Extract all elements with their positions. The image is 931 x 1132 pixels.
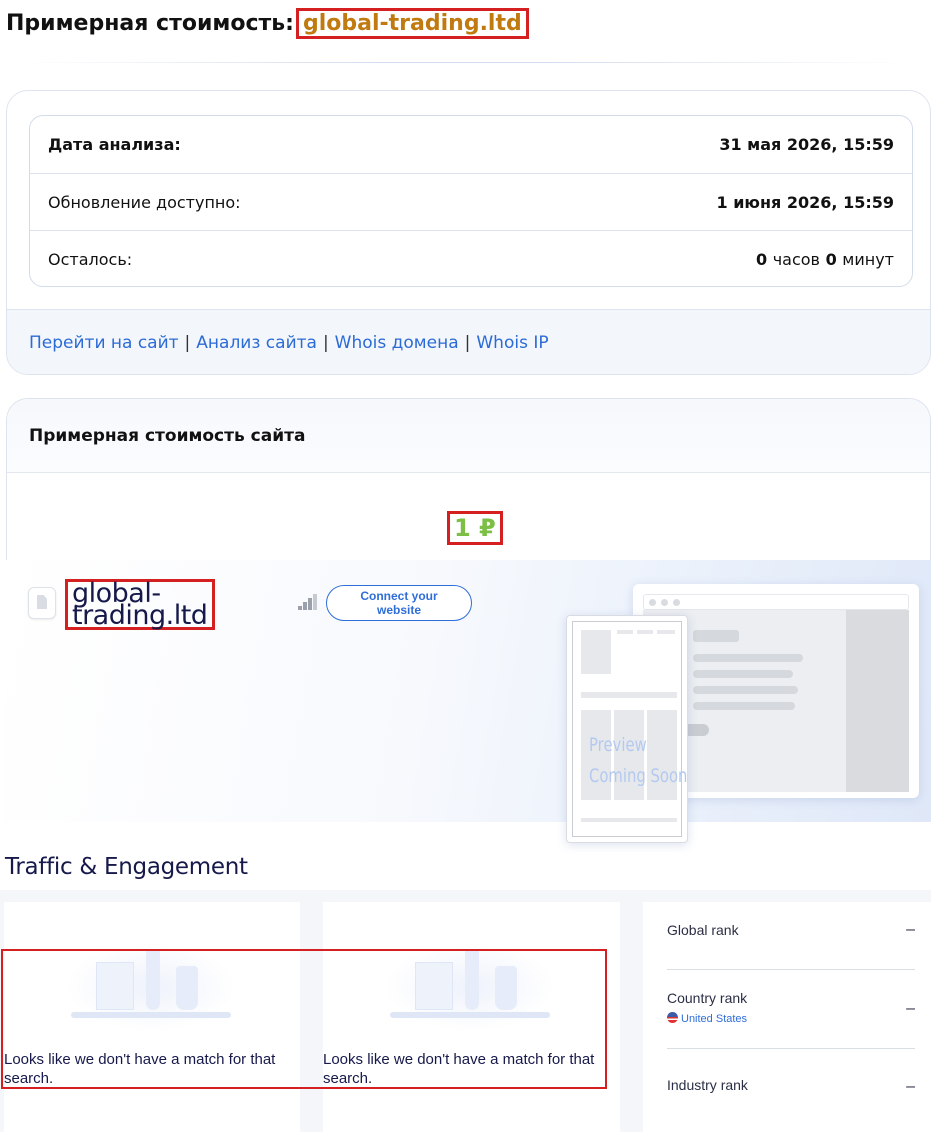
rank-card: Global rank – Country rank United States… bbox=[643, 902, 931, 1132]
connect-website-button[interactable]: Connect your website bbox=[326, 585, 472, 621]
info-label: Осталось: bbox=[48, 249, 133, 269]
mobile-preview-placeholder: Preview Coming Soon bbox=[566, 615, 688, 843]
traffic-card-engagement bbox=[323, 902, 620, 1132]
no-match-message: Looks like we don't have a match for tha… bbox=[4, 1051, 276, 1087]
remaining-minutes-unit: минут bbox=[842, 249, 894, 269]
browser-dot-icon bbox=[661, 599, 668, 606]
site-value-title: Примерная стоимость сайта bbox=[7, 399, 930, 473]
analysis-info-card: Дата анализа: 31 мая 2026, 15:59 Обновле… bbox=[6, 90, 931, 375]
rank-value: – bbox=[906, 1078, 915, 1095]
us-flag-icon bbox=[667, 1012, 678, 1023]
info-row-remaining: Осталось: 0 часов 0 минут bbox=[30, 230, 912, 286]
browser-address-bar bbox=[643, 594, 909, 610]
site-value-price: 1 ₽ bbox=[447, 511, 503, 545]
site-value-card: Примерная стоимость сайта 1 ₽ bbox=[6, 398, 931, 561]
widget-site-name: global-trading.ltd bbox=[65, 579, 215, 630]
header-divider bbox=[20, 62, 910, 63]
preview-coming-soon-text: Preview Coming Soon bbox=[589, 734, 688, 787]
link-separator: | bbox=[184, 333, 191, 353]
info-label: Дата анализа: bbox=[48, 135, 181, 154]
rank-value: – bbox=[906, 1000, 915, 1017]
signal-bars-icon bbox=[298, 594, 317, 610]
site-analysis-link[interactable]: Анализ сайта bbox=[196, 333, 317, 353]
browser-dot-icon bbox=[673, 599, 680, 606]
rank-label: Global rank bbox=[667, 922, 739, 938]
link-separator: | bbox=[464, 333, 471, 353]
no-match-message: Looks like we don't have a match for tha… bbox=[323, 1051, 595, 1087]
analysis-info-table: Дата анализа: 31 мая 2026, 15:59 Обновле… bbox=[29, 115, 913, 287]
whois-ip-link[interactable]: Whois IP bbox=[476, 333, 548, 353]
info-value: 31 мая 2026, 15:59 bbox=[719, 135, 894, 154]
rank-industry: Industry rank – bbox=[667, 1049, 915, 1132]
site-favicon-icon bbox=[28, 587, 56, 619]
remaining-hours-unit: часов bbox=[772, 249, 820, 269]
country-link[interactable]: United States bbox=[667, 1012, 747, 1025]
traffic-section-title: Traffic & Engagement bbox=[5, 854, 248, 880]
rank-value: – bbox=[906, 921, 915, 938]
traffic-cards-area: Global rank – Country rank United States… bbox=[0, 890, 931, 1132]
info-row-analysis-date: Дата анализа: 31 мая 2026, 15:59 bbox=[30, 116, 912, 173]
rank-label: Industry rank bbox=[667, 1077, 748, 1093]
info-value: 1 июня 2026, 15:59 bbox=[716, 192, 894, 212]
lab-illustration-icon bbox=[66, 942, 236, 1032]
title-domain: global-trading.ltd bbox=[295, 7, 529, 39]
website-hero: global-trading.ltd Connect your website bbox=[4, 560, 931, 843]
remaining-hours: 0 bbox=[755, 249, 768, 269]
page: Примерная стоимость: global-trading.ltd … bbox=[0, 0, 931, 1132]
goto-site-link[interactable]: Перейти на сайт bbox=[29, 333, 179, 353]
rank-label: Country rank bbox=[667, 990, 748, 1006]
link-separator: | bbox=[322, 333, 329, 353]
title-prefix: Примерная стоимость: bbox=[6, 10, 294, 36]
remaining-minutes: 0 bbox=[825, 249, 837, 269]
page-title: Примерная стоимость: global-trading.ltd bbox=[6, 6, 529, 40]
whois-domain-link[interactable]: Whois домена bbox=[335, 333, 459, 353]
lab-illustration-icon bbox=[385, 942, 555, 1032]
traffic-widget: global-trading.ltd Connect your website bbox=[0, 560, 931, 1132]
site-links-bar: Перейти на сайт | Анализ сайта | Whois д… bbox=[7, 309, 930, 374]
info-row-update-available: Обновление доступно: 1 июня 2026, 15:59 bbox=[30, 173, 912, 230]
rank-global: Global rank – bbox=[667, 902, 915, 970]
rank-country: Country rank United States – bbox=[667, 970, 915, 1049]
info-value: 0 часов 0 минут bbox=[756, 250, 894, 269]
info-label: Обновление доступно: bbox=[48, 192, 241, 212]
traffic-card-visits bbox=[4, 902, 300, 1132]
browser-dot-icon bbox=[649, 599, 656, 606]
